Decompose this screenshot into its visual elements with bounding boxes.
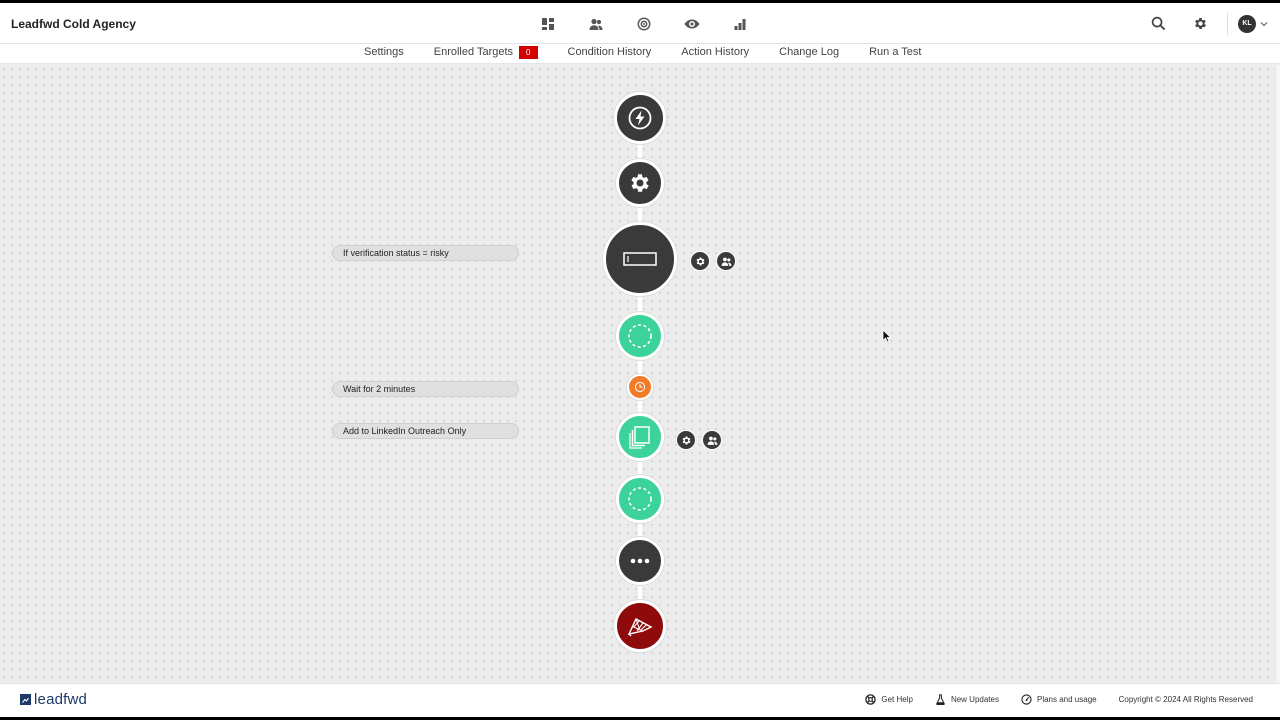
condition-label[interactable]: If verification status = risky xyxy=(332,245,519,261)
bar-chart-icon[interactable] xyxy=(716,13,764,35)
empty-step-node[interactable] xyxy=(616,312,664,360)
tab-run-a-test[interactable]: Run a Test xyxy=(869,46,921,58)
search-icon xyxy=(1151,16,1165,31)
more-dots-icon xyxy=(630,558,650,564)
eye-icon[interactable] xyxy=(668,13,716,35)
target-icon[interactable] xyxy=(620,13,668,35)
canvas-scrollbar[interactable] xyxy=(1276,65,1280,683)
search-button[interactable] xyxy=(1137,3,1179,44)
gear-icon xyxy=(631,174,649,192)
lifebuoy-icon xyxy=(865,694,877,705)
input-field-icon xyxy=(623,252,657,266)
avatar: KL xyxy=(1238,14,1256,33)
gauge-icon xyxy=(1021,694,1032,705)
mouse-cursor-icon xyxy=(882,329,892,343)
finish-flag-icon xyxy=(627,618,653,637)
action-node[interactable] xyxy=(616,413,664,461)
leadfwd-logo[interactable]: leadfwd xyxy=(20,691,87,708)
logo-text: leadfwd xyxy=(34,691,88,708)
condition-audience-button[interactable] xyxy=(716,251,736,271)
sub-nav: Settings Enrolled Targets 0 Condition His… xyxy=(0,44,1280,64)
app-window: Leadfwd Cold Agency KL Settings Enrolled… xyxy=(0,3,1280,717)
top-bar: Leadfwd Cold Agency KL xyxy=(0,3,1280,44)
user-menu[interactable]: KL xyxy=(1238,14,1268,33)
enrolled-count-badge: 0 xyxy=(519,45,538,59)
tab-condition-history[interactable]: Condition History xyxy=(568,46,652,58)
footer-links: Get Help New Updates Plans and usage Cop… xyxy=(843,694,1253,705)
wait-node[interactable] xyxy=(627,374,653,400)
copy-list-icon xyxy=(629,426,650,449)
header-tools: KL xyxy=(1137,3,1280,44)
dashboard-icon[interactable] xyxy=(524,13,572,35)
finish-node[interactable] xyxy=(614,600,666,652)
tab-action-history[interactable]: Action History xyxy=(681,46,749,58)
settings-button[interactable] xyxy=(1179,3,1221,44)
settings-node[interactable] xyxy=(616,159,664,207)
footer: leadfwd Get Help New Updates Plans and u… xyxy=(0,683,1280,717)
action-label[interactable]: Add to LinkedIn Outreach Only xyxy=(332,423,519,439)
dashed-circle-icon xyxy=(628,324,652,348)
gear-icon xyxy=(1194,18,1206,29)
tab-settings[interactable]: Settings xyxy=(364,46,404,58)
clock-icon xyxy=(634,381,646,393)
main-nav xyxy=(524,13,764,35)
header-divider xyxy=(1227,12,1228,35)
get-help-link[interactable]: Get Help xyxy=(865,694,913,705)
gear-icon xyxy=(696,256,704,266)
copyright-text: Copyright © 2024 All Rights Reserved xyxy=(1118,695,1253,704)
wait-label[interactable]: Wait for 2 minutes xyxy=(332,381,519,397)
empty-step-node[interactable] xyxy=(616,475,664,523)
add-step-node[interactable] xyxy=(616,537,664,585)
new-updates-link[interactable]: New Updates xyxy=(935,694,999,705)
gear-icon xyxy=(682,435,690,445)
plans-usage-link[interactable]: Plans and usage xyxy=(1021,694,1097,705)
app-title: Leadfwd Cold Agency xyxy=(11,17,136,31)
lightning-icon xyxy=(628,106,652,130)
tab-enrolled-targets[interactable]: Enrolled Targets 0 xyxy=(434,45,538,59)
action-audience-button[interactable] xyxy=(702,430,722,450)
users-icon xyxy=(707,436,717,445)
dashed-circle-icon xyxy=(628,487,652,511)
chevron-down-icon xyxy=(1260,21,1268,26)
trigger-node[interactable] xyxy=(614,92,666,144)
users-icon[interactable] xyxy=(572,13,620,35)
condition-settings-button[interactable] xyxy=(690,251,710,271)
users-icon xyxy=(721,257,731,266)
action-settings-button[interactable] xyxy=(676,430,696,450)
tab-change-log[interactable]: Change Log xyxy=(779,46,839,58)
condition-node[interactable] xyxy=(603,222,677,296)
logo-mark-icon xyxy=(20,694,31,705)
flask-icon xyxy=(936,694,945,705)
